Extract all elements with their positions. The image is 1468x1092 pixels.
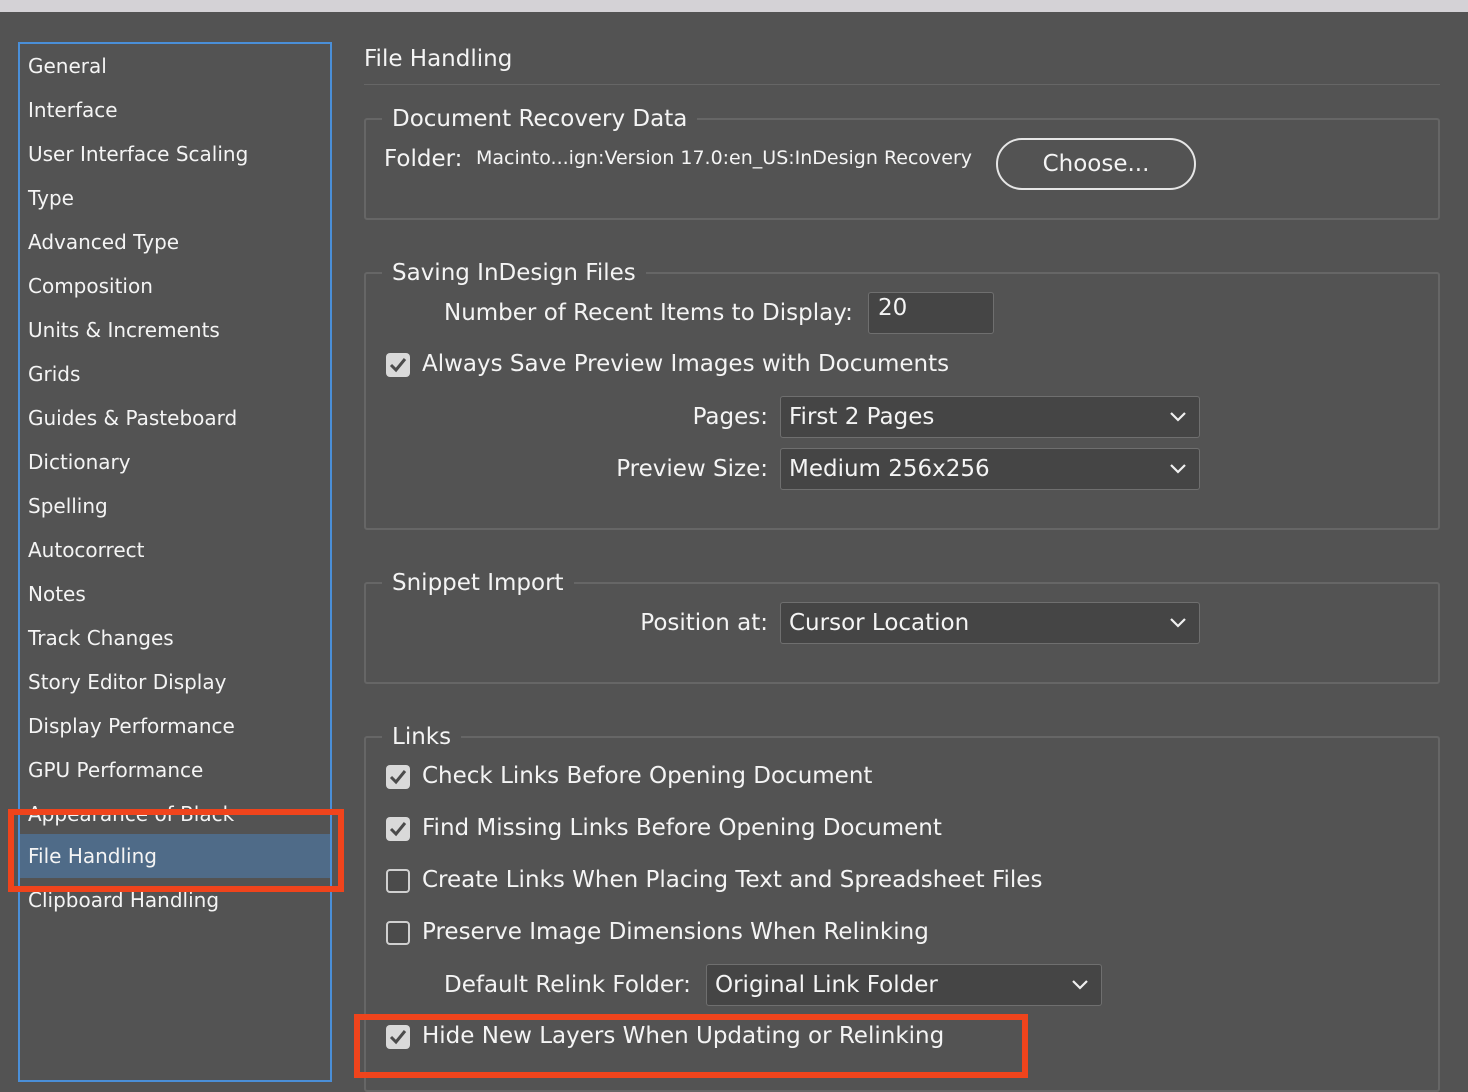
preferences-category-list[interactable]: General Interface User Interface Scaling… bbox=[18, 42, 332, 1082]
create-links-checkbox[interactable] bbox=[386, 869, 410, 893]
sidebar-item-units-increments[interactable]: Units & Increments bbox=[20, 308, 330, 352]
choose-folder-button[interactable]: Choose... bbox=[996, 138, 1196, 190]
recent-items-input[interactable]: 20 bbox=[868, 292, 994, 334]
create-links-label: Create Links When Placing Text and Sprea… bbox=[422, 867, 1043, 893]
folder-label: Folder: bbox=[384, 146, 463, 172]
sidebar-item-interface[interactable]: Interface bbox=[20, 88, 330, 132]
checkmark-icon bbox=[389, 770, 407, 785]
position-at-value: Cursor Location bbox=[789, 610, 970, 636]
chevron-down-icon bbox=[1170, 618, 1186, 628]
links-group-title: Links bbox=[392, 724, 452, 750]
chevron-down-icon bbox=[1072, 980, 1088, 990]
check-links-label: Check Links Before Opening Document bbox=[422, 763, 873, 789]
preview-images-checkbox[interactable] bbox=[386, 353, 410, 377]
sidebar-item-spelling[interactable]: Spelling bbox=[20, 484, 330, 528]
sidebar-item-gpu-performance[interactable]: GPU Performance bbox=[20, 748, 330, 792]
sidebar-item-general[interactable]: General bbox=[20, 44, 330, 88]
relink-folder-label: Default Relink Folder: bbox=[444, 972, 691, 998]
recovery-group-title: Document Recovery Data bbox=[392, 106, 688, 132]
sidebar-item-composition[interactable]: Composition bbox=[20, 264, 330, 308]
preview-images-label: Always Save Preview Images with Document… bbox=[422, 351, 950, 377]
find-missing-links-label: Find Missing Links Before Opening Docume… bbox=[422, 815, 942, 841]
preview-size-value: Medium 256x256 bbox=[789, 456, 990, 482]
sidebar-item-type[interactable]: Type bbox=[20, 176, 330, 220]
pages-value: First 2 Pages bbox=[789, 404, 935, 430]
check-links-checkbox[interactable] bbox=[386, 765, 410, 789]
sidebar-item-display-performance[interactable]: Display Performance bbox=[20, 704, 330, 748]
sidebar-selection-highlight bbox=[8, 809, 344, 892]
title-divider bbox=[364, 84, 1440, 85]
preserve-dimensions-checkbox[interactable] bbox=[386, 921, 410, 945]
sidebar-item-user-interface-scaling[interactable]: User Interface Scaling bbox=[20, 132, 330, 176]
relink-folder-value: Original Link Folder bbox=[715, 972, 938, 998]
sidebar-item-grids[interactable]: Grids bbox=[20, 352, 330, 396]
find-missing-links-checkbox[interactable] bbox=[386, 817, 410, 841]
option-highlight bbox=[354, 1014, 1028, 1078]
sidebar-item-dictionary[interactable]: Dictionary bbox=[20, 440, 330, 484]
snippet-group-title: Snippet Import bbox=[392, 570, 564, 596]
page-title: File Handling bbox=[364, 46, 513, 72]
chevron-down-icon bbox=[1170, 464, 1186, 474]
sidebar-item-advanced-type[interactable]: Advanced Type bbox=[20, 220, 330, 264]
title-bar bbox=[0, 0, 1468, 12]
preserve-dimensions-label: Preserve Image Dimensions When Relinking bbox=[422, 919, 929, 945]
recent-items-label: Number of Recent Items to Display: bbox=[444, 300, 853, 326]
sidebar-item-autocorrect[interactable]: Autocorrect bbox=[20, 528, 330, 572]
sidebar-item-story-editor-display[interactable]: Story Editor Display bbox=[20, 660, 330, 704]
saving-group-title: Saving InDesign Files bbox=[392, 260, 636, 286]
pages-dropdown[interactable]: First 2 Pages bbox=[780, 396, 1200, 438]
chevron-down-icon bbox=[1170, 412, 1186, 422]
pages-label: Pages: bbox=[692, 404, 768, 430]
preview-size-label: Preview Size: bbox=[616, 456, 768, 482]
preview-size-dropdown[interactable]: Medium 256x256 bbox=[780, 448, 1200, 490]
relink-folder-dropdown[interactable]: Original Link Folder bbox=[706, 964, 1102, 1006]
folder-path: Macinto...ign:Version 17.0:en_US:InDesig… bbox=[476, 147, 973, 169]
sidebar-item-notes[interactable]: Notes bbox=[20, 572, 330, 616]
position-at-label: Position at: bbox=[640, 610, 768, 636]
checkmark-icon bbox=[389, 822, 407, 837]
position-at-dropdown[interactable]: Cursor Location bbox=[780, 602, 1200, 644]
checkmark-icon bbox=[389, 358, 407, 373]
sidebar-item-guides-pasteboard[interactable]: Guides & Pasteboard bbox=[20, 396, 330, 440]
sidebar-item-track-changes[interactable]: Track Changes bbox=[20, 616, 330, 660]
